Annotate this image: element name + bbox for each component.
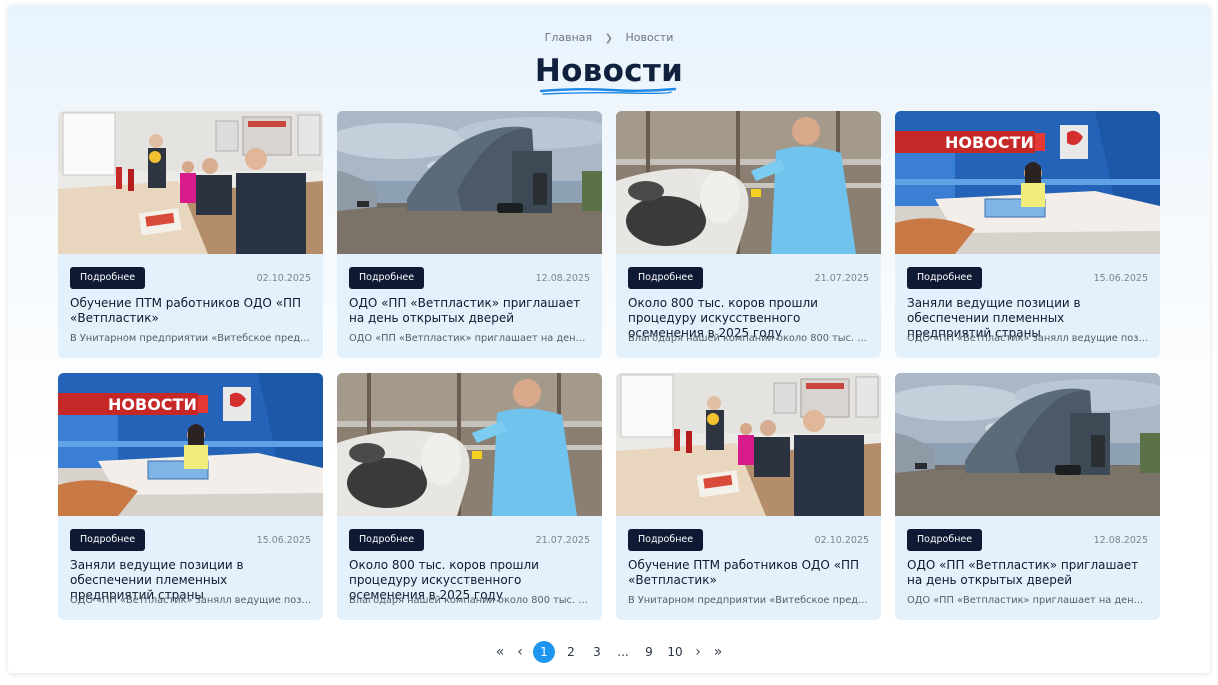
news-image[interactable] — [58, 111, 323, 254]
news-date: 02.10.2025 — [814, 535, 869, 546]
more-button[interactable]: Подробнее — [70, 529, 146, 551]
page-10-button[interactable]: 10 — [662, 641, 688, 663]
news-card[interactable]: Подробнее 21.07.2025 Около 800 тыс. коро… — [616, 111, 881, 358]
news-date: 21.07.2025 — [535, 535, 590, 546]
more-button[interactable]: Подробнее — [907, 267, 983, 289]
news-card[interactable]: Подробнее 12.08.2025 ОДО «ПП «Ветпластик… — [895, 373, 1160, 620]
news-image[interactable] — [616, 373, 881, 516]
news-title[interactable]: ОДО «ПП «Ветпластик» приглашает на день … — [349, 296, 594, 326]
last-page-icon[interactable]: » — [708, 644, 728, 660]
news-card[interactable]: Подробнее 21.07.2025 Около 800 тыс. коро… — [337, 373, 602, 620]
page-9-button[interactable]: 9 — [636, 641, 662, 663]
news-image[interactable] — [337, 111, 602, 254]
news-excerpt: ОДО «ПП «Ветпластик» приглашает на день … — [349, 333, 591, 344]
news-card[interactable]: Подробнее 02.10.2025 Обучение ПТМ работн… — [58, 111, 323, 358]
news-excerpt: ОДО «ПП «Ветпластик» занялл ведущие пози… — [907, 333, 1149, 344]
more-button[interactable]: Подробнее — [70, 267, 146, 289]
prev-page-icon[interactable]: ‹ — [510, 644, 530, 660]
title-underline-decoration — [539, 87, 677, 95]
news-image[interactable]: НОВОСТИ — [895, 111, 1160, 254]
more-button[interactable]: Подробнее — [349, 267, 425, 289]
news-image[interactable]: НОВОСТИ — [58, 373, 323, 516]
breadcrumb-current: Новости — [625, 31, 674, 44]
news-card[interactable]: Подробнее 02.10.2025 Обучение ПТМ работн… — [616, 373, 881, 620]
news-date: 15.06.2025 — [256, 535, 311, 546]
news-excerpt: В Унитарном предприятии «Витебское предп… — [628, 595, 870, 606]
news-title[interactable]: ОДО «ПП «Ветпластик» приглашает на день … — [907, 558, 1152, 588]
news-title[interactable]: Обучение ПТМ работников ОДО «ПП «Ветплас… — [628, 558, 873, 588]
news-excerpt: ОДО «ПП «Ветпластик» занялл ведущие пози… — [70, 595, 312, 606]
news-excerpt: Благодаря нашей компании около 800 тыс. … — [349, 595, 591, 606]
more-button[interactable]: Подробнее — [907, 529, 983, 551]
first-page-icon[interactable]: « — [490, 644, 510, 660]
page-3-button[interactable]: 3 — [584, 641, 610, 663]
page-title: Новости — [534, 53, 684, 89]
news-title[interactable]: Обучение ПТМ работников ОДО «ПП «Ветплас… — [70, 296, 315, 326]
breadcrumb-separator-icon: ❯ — [604, 33, 614, 44]
page-1-button[interactable]: 1 — [533, 641, 555, 663]
more-button[interactable]: Подробнее — [628, 529, 704, 551]
news-excerpt: ОДО «ПП «Ветпластик» приглашает на день … — [907, 595, 1149, 606]
pagination-ellipsis: ... — [617, 645, 629, 659]
page-2-button[interactable]: 2 — [558, 641, 584, 663]
news-card[interactable]: Подробнее 12.08.2025 ОДО «ПП «Ветпластик… — [337, 111, 602, 358]
news-excerpt: В Унитарном предприятии «Витебское предп… — [70, 333, 312, 344]
more-button[interactable]: Подробнее — [628, 267, 704, 289]
news-excerpt: Благодаря нашей компании около 800 тыс. … — [628, 333, 870, 344]
news-image[interactable] — [337, 373, 602, 516]
more-button[interactable]: Подробнее — [349, 529, 425, 551]
news-image[interactable] — [616, 111, 881, 254]
news-date: 02.10.2025 — [256, 273, 311, 284]
news-date: 12.08.2025 — [535, 273, 590, 284]
studio-banner-text: НОВОСТИ — [945, 133, 1034, 152]
studio-banner-text: НОВОСТИ — [108, 395, 197, 414]
pagination: « ‹ 1 2 3 ... 9 10 › » — [8, 641, 1210, 663]
news-card[interactable]: НОВОСТИ Подробнее 15.06.2025 Заняли веду… — [58, 373, 323, 620]
news-date: 15.06.2025 — [1093, 273, 1148, 284]
breadcrumb: Главная ❯ Новости — [8, 31, 1210, 44]
news-image[interactable] — [895, 373, 1160, 516]
news-card[interactable]: НОВОСТИ Подробнее 15.06.2025 Заняли веду… — [895, 111, 1160, 358]
page-frame: Главная ❯ Новости Новости Подробнее 02.1… — [8, 5, 1210, 673]
news-date: 12.08.2025 — [1093, 535, 1148, 546]
breadcrumb-home-link[interactable]: Главная — [545, 31, 593, 44]
next-page-icon[interactable]: › — [688, 644, 708, 660]
news-date: 21.07.2025 — [814, 273, 869, 284]
